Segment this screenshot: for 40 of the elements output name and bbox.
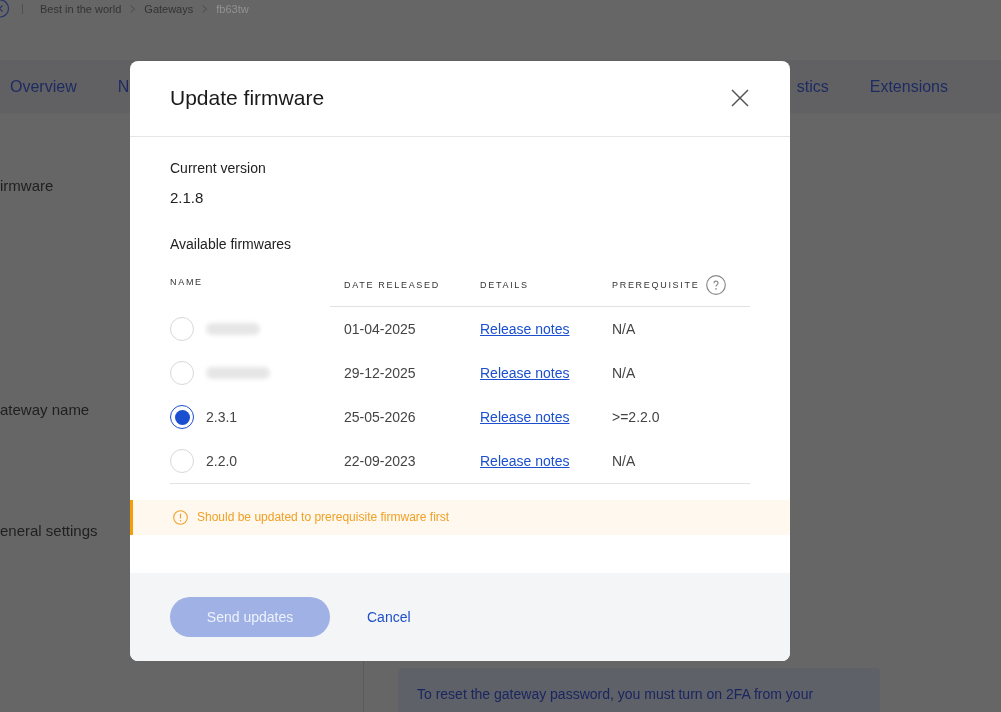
current-version-label: Current version bbox=[170, 159, 266, 177]
section-label: eneral settings bbox=[0, 522, 98, 540]
release-notes-link[interactable]: Release notes bbox=[480, 364, 570, 382]
tab[interactable]: Extensions bbox=[869, 76, 948, 97]
column-header: PREREQUISITE bbox=[612, 279, 700, 292]
prerequisite-version: >=2.2.0 bbox=[612, 408, 660, 426]
section-label: irmware bbox=[0, 177, 54, 195]
warning-text: Should be updated to prerequisite firmware first bbox=[197, 510, 450, 525]
tab[interactable]: Overview bbox=[10, 76, 77, 97]
release-date: 25-05-2026 bbox=[344, 408, 416, 426]
current-version-value: 2.1.8 bbox=[170, 189, 204, 207]
prerequisite-version: N/A bbox=[612, 364, 636, 382]
section-label: ateway name bbox=[0, 401, 90, 419]
chevron-right-icon bbox=[130, 4, 136, 13]
release-notes-link[interactable]: Release notes bbox=[480, 452, 570, 470]
close-icon bbox=[731, 88, 749, 107]
cancel-button[interactable]: Cancel bbox=[367, 608, 411, 626]
column-header: DATE RELEASED bbox=[344, 279, 440, 292]
prerequisite-version: N/A bbox=[612, 452, 636, 470]
release-date: 01-04-2025 bbox=[344, 320, 416, 338]
available-firmwares-label: Available firmwares bbox=[170, 235, 292, 253]
prerequisite-version: N/A bbox=[612, 320, 636, 338]
help-icon[interactable] bbox=[706, 275, 727, 295]
column-header: DETAILS bbox=[480, 279, 529, 292]
tab[interactable]: N bbox=[117, 76, 130, 97]
back-icon[interactable] bbox=[0, 0, 10, 18]
tab[interactable]: stics bbox=[796, 76, 829, 97]
firmware-name: 2.3.1 bbox=[206, 408, 238, 426]
release-notes-link[interactable]: Release notes bbox=[480, 408, 570, 426]
firmware-name: 2.2.0 bbox=[206, 452, 238, 470]
close-button[interactable] bbox=[731, 88, 749, 107]
release-date: 22-09-2023 bbox=[344, 452, 416, 470]
column-header: NAME bbox=[170, 276, 203, 288]
radio-button[interactable] bbox=[170, 405, 194, 429]
release-notes-link[interactable]: Release notes bbox=[480, 320, 570, 338]
dialog-title: Update firmware bbox=[170, 84, 325, 111]
chevron-right-icon bbox=[202, 4, 208, 13]
release-date: 29-12-2025 bbox=[344, 364, 416, 382]
info-text: To reset the gateway password, you must turn on 2FA from your bbox=[417, 686, 814, 702]
warning-icon bbox=[173, 510, 188, 525]
